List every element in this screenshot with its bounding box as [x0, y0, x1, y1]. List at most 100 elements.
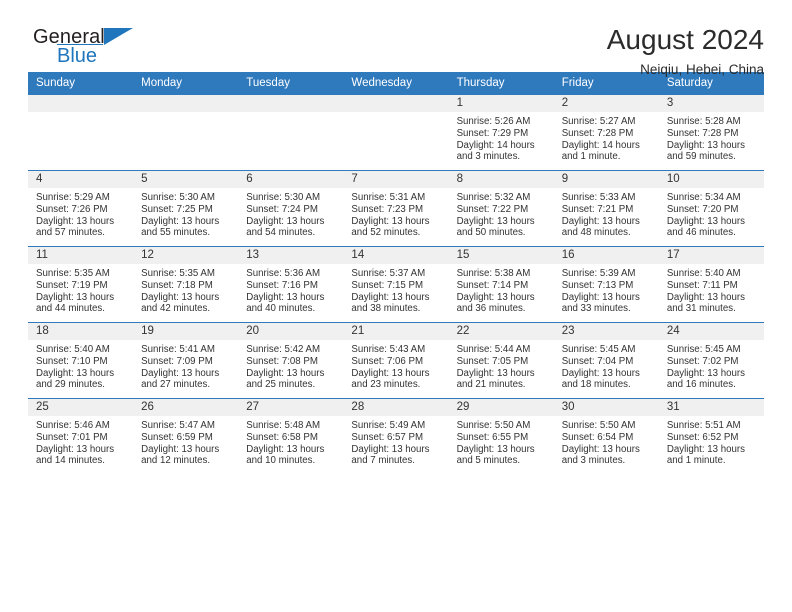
sunset-text: Sunset: 7:01 PM [36, 431, 108, 443]
sunrise-text: Sunrise: 5:33 AM [561, 192, 636, 203]
day-cell[interactable]: 3 Sunrise: 5:28 AM Sunset: 7:28 PM Dayli… [658, 94, 764, 171]
day-number: 10 [658, 171, 764, 188]
daylight-text-line1: Daylight: 13 hours [561, 215, 640, 227]
day-cell[interactable]: 19 Sunrise: 5:41 AM Sunset: 7:09 PM Dayl… [133, 322, 239, 399]
day-cell-details: Sunrise: 5:30 AM Sunset: 7:25 PM Dayligh… [133, 188, 238, 239]
day-cell[interactable]: 17 Sunrise: 5:40 AM Sunset: 7:11 PM Dayl… [658, 246, 764, 323]
day-cell[interactable]: 31 Sunrise: 5:51 AM Sunset: 6:52 PM Dayl… [658, 398, 764, 474]
daylight-text-line2: and 40 minutes. [246, 303, 316, 315]
daylight-text-line2: and 23 minutes. [351, 379, 421, 391]
daylight-text-line1: Daylight: 13 hours [666, 139, 745, 151]
day-number: 28 [343, 399, 449, 416]
sunset-text: Sunset: 6:57 PM [351, 431, 424, 443]
daylight-text-line1: Daylight: 13 hours [561, 443, 640, 455]
day-cell[interactable]: 5 Sunrise: 5:30 AM Sunset: 7:25 PM Dayli… [133, 170, 239, 247]
sunset-text: Sunset: 7:29 PM [456, 127, 529, 139]
day-cell-details: Sunrise: 5:45 AM Sunset: 7:02 PM Dayligh… [659, 340, 764, 391]
day-number: 26 [133, 399, 239, 416]
day-cell[interactable]: 30 Sunrise: 5:50 AM Sunset: 6:54 PM Dayl… [553, 398, 659, 474]
sunset-text: Sunset: 7:20 PM [666, 203, 739, 215]
day-cell[interactable]: 14 Sunrise: 5:37 AM Sunset: 7:15 PM Dayl… [343, 246, 449, 323]
day-cell[interactable]: 29 Sunrise: 5:50 AM Sunset: 6:55 PM Dayl… [448, 398, 554, 474]
day-number [238, 95, 344, 112]
sunrise-text: Sunrise: 5:46 AM [36, 420, 110, 431]
day-number: 13 [238, 247, 344, 264]
sunrise-text: Sunrise: 5:32 AM [456, 192, 531, 203]
general-blue-logo[interactable]: General Blue [28, 24, 148, 74]
day-cell-details: Sunrise: 5:33 AM Sunset: 7:21 PM Dayligh… [554, 188, 659, 239]
daylight-text-line1: Daylight: 14 hours [561, 139, 640, 151]
day-number: 4 [28, 171, 134, 188]
sunrise-text: Sunrise: 5:51 AM [666, 420, 741, 431]
day-cell[interactable]: 21 Sunrise: 5:43 AM Sunset: 7:06 PM Dayl… [343, 322, 449, 399]
sunset-text: Sunset: 7:18 PM [141, 279, 213, 291]
day-cell[interactable]: 15 Sunrise: 5:38 AM Sunset: 7:14 PM Dayl… [448, 246, 554, 323]
day-cell[interactable]: 9 Sunrise: 5:33 AM Sunset: 7:21 PM Dayli… [553, 170, 659, 247]
sunrise-text: Sunrise: 5:41 AM [141, 344, 215, 355]
day-cell-details: Sunrise: 5:35 AM Sunset: 7:18 PM Dayligh… [133, 264, 238, 315]
day-cell[interactable]: 20 Sunrise: 5:42 AM Sunset: 7:08 PM Dayl… [238, 322, 344, 399]
day-cell-details: Sunrise: 5:27 AM Sunset: 7:28 PM Dayligh… [554, 112, 659, 163]
day-cell-details: Sunrise: 5:50 AM Sunset: 6:54 PM Dayligh… [554, 416, 659, 467]
day-number: 24 [658, 323, 764, 340]
sunset-text: Sunset: 7:10 PM [36, 355, 108, 367]
day-cell[interactable]: 16 Sunrise: 5:39 AM Sunset: 7:13 PM Dayl… [553, 246, 659, 323]
day-cell[interactable]: 27 Sunrise: 5:48 AM Sunset: 6:58 PM Dayl… [238, 398, 344, 474]
day-number: 12 [133, 247, 239, 264]
day-cell[interactable]: 22 Sunrise: 5:44 AM Sunset: 7:05 PM Dayl… [448, 322, 554, 399]
day-cell-details: Sunrise: 5:48 AM Sunset: 6:58 PM Dayligh… [238, 416, 343, 467]
daylight-text-line2: and 57 minutes. [36, 227, 105, 239]
day-cell[interactable]: 10 Sunrise: 5:34 AM Sunset: 7:20 PM Dayl… [658, 170, 764, 247]
day-cell[interactable]: 28 Sunrise: 5:49 AM Sunset: 6:57 PM Dayl… [343, 398, 449, 474]
day-cell[interactable]: 13 Sunrise: 5:36 AM Sunset: 7:16 PM Dayl… [238, 246, 344, 323]
day-cell-details: Sunrise: 5:28 AM Sunset: 7:28 PM Dayligh… [659, 112, 764, 163]
day-cell-details: Sunrise: 5:31 AM Sunset: 7:23 PM Dayligh… [343, 188, 448, 239]
daylight-text-line1: Daylight: 13 hours [141, 443, 220, 455]
day-cell[interactable]: 18 Sunrise: 5:40 AM Sunset: 7:10 PM Dayl… [28, 322, 134, 399]
sunrise-text: Sunrise: 5:50 AM [456, 420, 531, 431]
day-cell[interactable]: 1 Sunrise: 5:26 AM Sunset: 7:29 PM Dayli… [448, 94, 554, 171]
sunset-text: Sunset: 7:28 PM [561, 127, 634, 139]
sunset-text: Sunset: 7:08 PM [246, 355, 318, 367]
sunrise-text: Sunrise: 5:38 AM [456, 268, 531, 279]
sunset-text: Sunset: 7:06 PM [351, 355, 424, 367]
day-cell[interactable]: 24 Sunrise: 5:45 AM Sunset: 7:02 PM Dayl… [658, 322, 764, 399]
daylight-text-line2: and 21 minutes. [456, 379, 526, 391]
day-cell-details: Sunrise: 5:40 AM Sunset: 7:11 PM Dayligh… [659, 264, 764, 315]
day-cell-details: Sunrise: 5:49 AM Sunset: 6:57 PM Dayligh… [343, 416, 448, 467]
day-cell[interactable]: 8 Sunrise: 5:32 AM Sunset: 7:22 PM Dayli… [448, 170, 554, 247]
calendar-week-row: 18 Sunrise: 5:40 AM Sunset: 7:10 PM Dayl… [28, 322, 764, 399]
day-cell[interactable]: 7 Sunrise: 5:31 AM Sunset: 7:23 PM Dayli… [343, 170, 449, 247]
day-number: 14 [343, 247, 449, 264]
daylight-text-line1: Daylight: 13 hours [666, 367, 745, 379]
day-cell[interactable]: 6 Sunrise: 5:30 AM Sunset: 7:24 PM Dayli… [238, 170, 344, 247]
calendar-week-row: 1 Sunrise: 5:26 AM Sunset: 7:29 PM Dayli… [28, 94, 764, 171]
sunset-text: Sunset: 6:54 PM [561, 431, 634, 443]
day-number: 29 [448, 399, 554, 416]
sunrise-text: Sunrise: 5:36 AM [246, 268, 321, 279]
daylight-text-line2: and 52 minutes. [351, 227, 421, 239]
day-cell[interactable]: 26 Sunrise: 5:47 AM Sunset: 6:59 PM Dayl… [133, 398, 239, 474]
day-number: 15 [448, 247, 554, 264]
sunrise-text: Sunrise: 5:34 AM [666, 192, 741, 203]
day-cell[interactable]: 4 Sunrise: 5:29 AM Sunset: 7:26 PM Dayli… [28, 170, 134, 247]
sunset-text: Sunset: 7:09 PM [141, 355, 213, 367]
sunrise-text: Sunrise: 5:30 AM [246, 192, 321, 203]
day-cell[interactable]: 11 Sunrise: 5:35 AM Sunset: 7:19 PM Dayl… [28, 246, 134, 323]
daylight-text-line1: Daylight: 13 hours [561, 291, 640, 303]
daylight-text-line1: Daylight: 13 hours [456, 215, 535, 227]
day-cell[interactable]: 12 Sunrise: 5:35 AM Sunset: 7:18 PM Dayl… [133, 246, 239, 323]
daylight-text-line1: Daylight: 13 hours [351, 443, 430, 455]
day-cell[interactable]: 25 Sunrise: 5:46 AM Sunset: 7:01 PM Dayl… [28, 398, 134, 474]
day-cell[interactable]: 23 Sunrise: 5:45 AM Sunset: 7:04 PM Dayl… [553, 322, 659, 399]
sunrise-text: Sunrise: 5:49 AM [351, 420, 426, 431]
sunset-text: Sunset: 7:26 PM [36, 203, 108, 215]
day-cell[interactable]: 2 Sunrise: 5:27 AM Sunset: 7:28 PM Dayli… [553, 94, 659, 171]
sunrise-text: Sunrise: 5:50 AM [561, 420, 636, 431]
daylight-text-line1: Daylight: 13 hours [141, 215, 220, 227]
sunset-text: Sunset: 7:15 PM [351, 279, 424, 291]
daylight-text-line2: and 1 minute. [666, 455, 726, 467]
daylight-text-line2: and 5 minutes. [456, 455, 521, 467]
daylight-text-line2: and 48 minutes. [561, 227, 631, 239]
daylight-text-line2: and 7 minutes. [351, 455, 415, 467]
